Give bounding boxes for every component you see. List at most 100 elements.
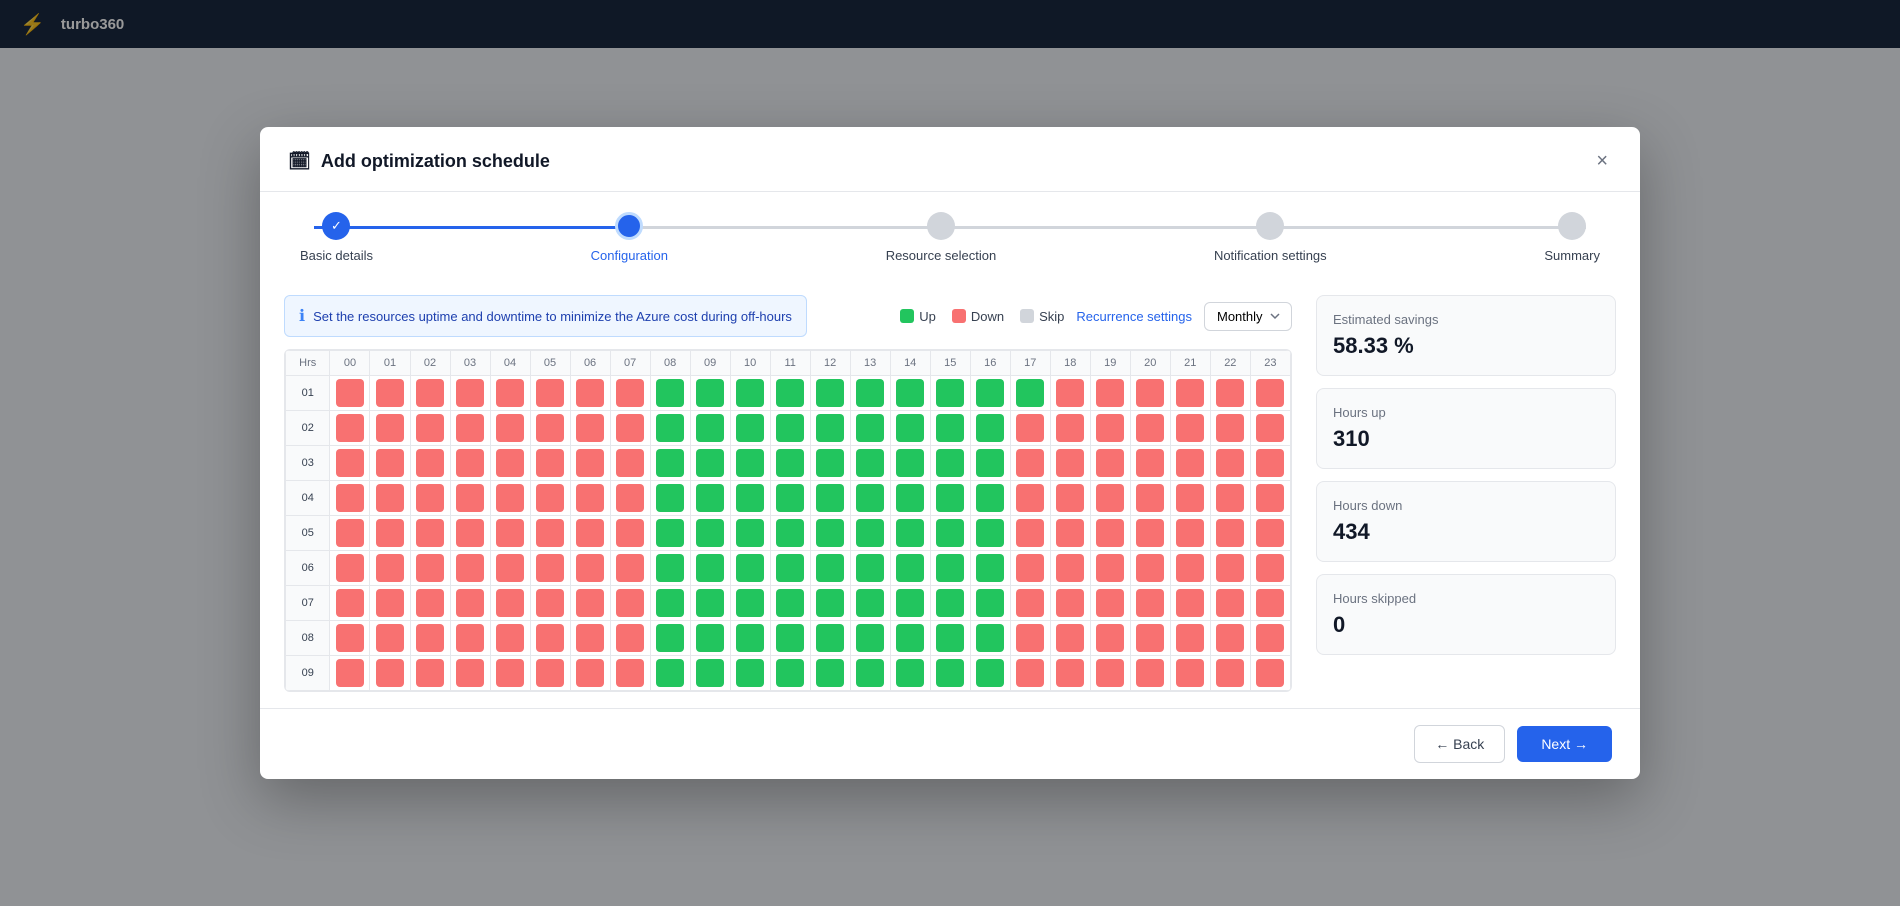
cell-button-down[interactable] (376, 414, 404, 442)
cell-button-up[interactable] (696, 589, 724, 617)
cell-button-down[interactable] (456, 659, 484, 687)
cell-button-down[interactable] (1176, 624, 1204, 652)
grid-cell-01-08[interactable] (650, 376, 690, 411)
grid-cell-03-02[interactable] (410, 446, 450, 481)
cell-button-up[interactable] (856, 414, 884, 442)
cell-button-up[interactable] (736, 554, 764, 582)
grid-cell-04-09[interactable] (690, 481, 730, 516)
cell-button-down[interactable] (1136, 414, 1164, 442)
back-button[interactable]: ← Back (1414, 725, 1505, 763)
grid-cell-05-13[interactable] (850, 516, 890, 551)
grid-cell-03-03[interactable] (450, 446, 490, 481)
grid-cell-09-22[interactable] (1210, 656, 1250, 691)
cell-button-down[interactable] (496, 624, 524, 652)
cell-button-up[interactable] (656, 449, 684, 477)
cell-button-up[interactable] (696, 379, 724, 407)
grid-cell-03-20[interactable] (1130, 446, 1170, 481)
cell-button-down[interactable] (536, 449, 564, 477)
grid-cell-04-10[interactable] (730, 481, 770, 516)
grid-cell-03-13[interactable] (850, 446, 890, 481)
cell-button-up[interactable] (936, 659, 964, 687)
grid-cell-04-20[interactable] (1130, 481, 1170, 516)
grid-cell-06-07[interactable] (610, 551, 650, 586)
cell-button-down[interactable] (1056, 484, 1084, 512)
grid-cell-02-11[interactable] (770, 411, 810, 446)
cell-button-down[interactable] (1256, 484, 1284, 512)
cell-button-down[interactable] (1216, 484, 1244, 512)
grid-cell-04-14[interactable] (890, 481, 930, 516)
grid-cell-06-08[interactable] (650, 551, 690, 586)
cell-button-up[interactable] (936, 554, 964, 582)
cell-button-down[interactable] (416, 519, 444, 547)
cell-button-up[interactable] (816, 484, 844, 512)
grid-cell-01-11[interactable] (770, 376, 810, 411)
grid-cell-07-16[interactable] (970, 586, 1010, 621)
grid-cell-06-19[interactable] (1090, 551, 1130, 586)
cell-button-up[interactable] (736, 519, 764, 547)
grid-cell-04-12[interactable] (810, 481, 850, 516)
grid-cell-07-01[interactable] (370, 586, 410, 621)
grid-cell-08-22[interactable] (1210, 621, 1250, 656)
grid-cell-01-05[interactable] (530, 376, 570, 411)
cell-button-up[interactable] (976, 414, 1004, 442)
cell-button-down[interactable] (496, 414, 524, 442)
cell-button-down[interactable] (416, 379, 444, 407)
cell-button-up[interactable] (776, 379, 804, 407)
grid-cell-03-06[interactable] (570, 446, 610, 481)
cell-button-down[interactable] (1136, 379, 1164, 407)
grid-cell-02-07[interactable] (610, 411, 650, 446)
grid-cell-03-19[interactable] (1090, 446, 1130, 481)
step-summary[interactable]: Summary (1544, 212, 1600, 263)
grid-cell-09-09[interactable] (690, 656, 730, 691)
grid-cell-06-10[interactable] (730, 551, 770, 586)
grid-cell-06-02[interactable] (410, 551, 450, 586)
grid-cell-09-10[interactable] (730, 656, 770, 691)
cell-button-up[interactable] (856, 449, 884, 477)
grid-cell-08-02[interactable] (410, 621, 450, 656)
grid-cell-06-00[interactable] (330, 551, 370, 586)
grid-cell-04-00[interactable] (330, 481, 370, 516)
grid-cell-08-09[interactable] (690, 621, 730, 656)
grid-cell-05-19[interactable] (1090, 516, 1130, 551)
grid-cell-08-08[interactable] (650, 621, 690, 656)
recurrence-settings-link[interactable]: Recurrence settings (1076, 309, 1192, 324)
grid-cell-04-11[interactable] (770, 481, 810, 516)
cell-button-down[interactable] (536, 379, 564, 407)
cell-button-down[interactable] (1216, 414, 1244, 442)
cell-button-up[interactable] (936, 379, 964, 407)
cell-button-down[interactable] (536, 624, 564, 652)
cell-button-down[interactable] (1096, 659, 1124, 687)
cell-button-down[interactable] (576, 414, 604, 442)
cell-button-down[interactable] (336, 414, 364, 442)
grid-cell-09-11[interactable] (770, 656, 810, 691)
cell-button-down[interactable] (1056, 659, 1084, 687)
cell-button-down[interactable] (536, 659, 564, 687)
grid-cell-09-15[interactable] (930, 656, 970, 691)
cell-button-up[interactable] (896, 414, 924, 442)
grid-cell-05-05[interactable] (530, 516, 570, 551)
cell-button-up[interactable] (816, 449, 844, 477)
grid-cell-01-01[interactable] (370, 376, 410, 411)
grid-cell-08-05[interactable] (530, 621, 570, 656)
cell-button-down[interactable] (1096, 414, 1124, 442)
cell-button-up[interactable] (856, 659, 884, 687)
grid-cell-02-18[interactable] (1050, 411, 1090, 446)
cell-button-down[interactable] (496, 519, 524, 547)
grid-cell-09-20[interactable] (1130, 656, 1170, 691)
cell-button-up[interactable] (816, 659, 844, 687)
cell-button-up[interactable] (856, 554, 884, 582)
cell-button-down[interactable] (1216, 589, 1244, 617)
cell-button-down[interactable] (1136, 519, 1164, 547)
grid-cell-07-11[interactable] (770, 586, 810, 621)
cell-button-up[interactable] (976, 449, 1004, 477)
cell-button-down[interactable] (376, 519, 404, 547)
grid-cell-01-04[interactable] (490, 376, 530, 411)
cell-button-up[interactable] (896, 589, 924, 617)
grid-cell-07-19[interactable] (1090, 586, 1130, 621)
grid-cell-01-00[interactable] (330, 376, 370, 411)
cell-button-down[interactable] (336, 484, 364, 512)
cell-button-down[interactable] (1096, 589, 1124, 617)
cell-button-down[interactable] (336, 379, 364, 407)
grid-cell-09-05[interactable] (530, 656, 570, 691)
grid-cell-01-22[interactable] (1210, 376, 1250, 411)
